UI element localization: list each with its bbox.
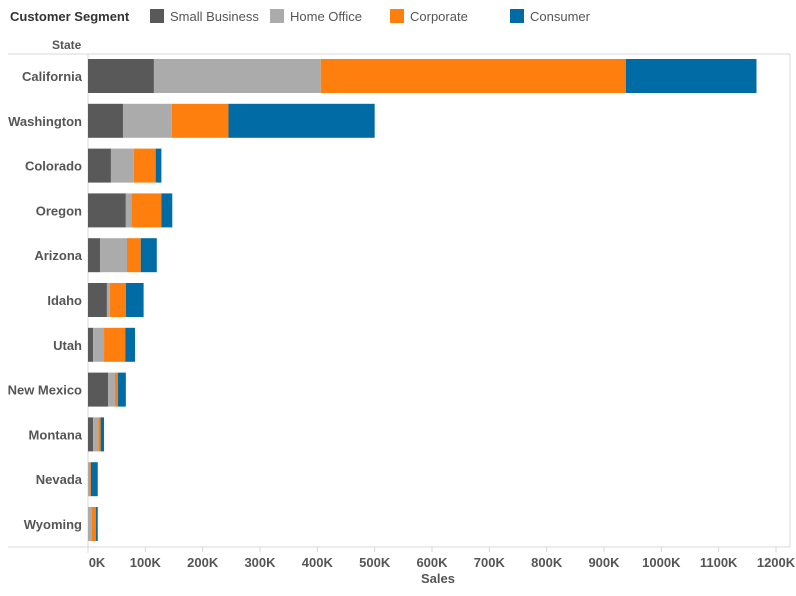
bar-row-colorado[interactable] — [88, 148, 162, 183]
bar-segment-corporate[interactable] — [109, 283, 126, 317]
bar-segment-small-business[interactable] — [88, 59, 154, 93]
bar-row-oregon[interactable] — [88, 193, 173, 228]
x-tick-label: 500K — [359, 555, 391, 570]
row-label: Washington — [8, 114, 82, 129]
x-tick-label: 1200K — [757, 555, 796, 570]
x-tick-label: 600K — [416, 555, 448, 570]
x-axis: 0K 100K 200K 300K 400K 500K 600K 700K 800K 900K 10… — [87, 547, 796, 570]
bar-segment-corporate[interactable] — [104, 327, 126, 362]
stacked-bar-chart: California Washington Colorado Oregon Arizon… — [8, 53, 796, 586]
x-tick-label: 200K — [187, 555, 219, 570]
bar-segment-corporate[interactable] — [126, 238, 141, 273]
bar-segment-consumer[interactable] — [90, 462, 98, 497]
bar-segment-consumer[interactable] — [100, 417, 105, 452]
x-tick-label: 1000K — [642, 555, 681, 570]
bar-segment-corporate[interactable] — [171, 103, 229, 138]
row-label: Colorado — [25, 159, 82, 174]
x-tick-label: 900K — [588, 555, 620, 570]
bar-row-montana[interactable] — [88, 417, 105, 452]
bar-segment-small-business[interactable] — [88, 372, 109, 407]
bar-segment-home-office[interactable] — [88, 507, 93, 541]
x-tick-label: 800K — [531, 555, 563, 570]
bar-segment-home-office[interactable] — [122, 103, 172, 138]
bar-segment-corporate[interactable] — [92, 507, 97, 541]
bar-segment-home-office[interactable] — [93, 327, 105, 362]
bar-row-washington[interactable] — [88, 103, 375, 138]
bar-segment-home-office[interactable] — [153, 59, 321, 93]
bar-segment-small-business[interactable] — [88, 327, 94, 362]
bar-segment-corporate[interactable] — [320, 59, 626, 93]
row-label: California — [22, 69, 83, 84]
x-axis-title: Sales — [421, 571, 455, 586]
bars — [88, 59, 757, 541]
row-label: Oregon — [36, 203, 82, 218]
bar-segment-consumer[interactable] — [625, 59, 757, 93]
bar-segment-consumer[interactable] — [161, 193, 173, 228]
row-labels: California Washington Colorado Oregon Arizon… — [8, 69, 83, 532]
bar-segment-consumer[interactable] — [96, 507, 98, 541]
x-tick-label: 0K — [89, 555, 106, 570]
bar-segment-small-business[interactable] — [88, 417, 94, 452]
bar-segment-consumer[interactable] — [140, 238, 157, 273]
bar-row-california[interactable] — [88, 59, 757, 93]
x-tick-label: 100K — [130, 555, 162, 570]
bar-segment-corporate[interactable] — [89, 462, 91, 497]
row-label: Nevada — [36, 472, 83, 487]
row-label: Montana — [29, 427, 83, 442]
bar-row-wyoming[interactable] — [88, 507, 98, 541]
bar-row-idaho[interactable] — [88, 283, 144, 317]
bar-segment-home-office[interactable] — [100, 238, 127, 273]
x-tick-label: 700K — [474, 555, 506, 570]
bar-segment-home-office[interactable] — [125, 193, 132, 228]
bar-segment-consumer[interactable] — [117, 372, 126, 407]
bar-segment-consumer[interactable] — [155, 148, 162, 183]
bar-segment-consumer[interactable] — [125, 327, 136, 362]
bar-segment-home-office[interactable] — [106, 283, 110, 317]
bar-segment-home-office[interactable] — [108, 372, 115, 407]
bar-segment-corporate[interactable] — [114, 372, 118, 407]
bar-segment-consumer[interactable] — [228, 103, 375, 138]
row-label: Wyoming — [24, 517, 82, 532]
bar-segment-corporate[interactable] — [131, 193, 162, 228]
bar-segment-small-business[interactable] — [88, 238, 101, 273]
bar-row-utah[interactable] — [88, 327, 136, 362]
bar-segment-corporate[interactable] — [133, 148, 156, 183]
bar-segment-home-office[interactable] — [88, 462, 90, 497]
bar-segment-small-business[interactable] — [88, 283, 107, 317]
x-tick-label: 400K — [302, 555, 334, 570]
bar-row-arizona[interactable] — [88, 238, 157, 273]
row-label: Utah — [53, 338, 82, 353]
bar-segment-consumer[interactable] — [125, 283, 144, 317]
x-tick-label: 300K — [244, 555, 276, 570]
bar-segment-small-business[interactable] — [88, 148, 111, 183]
bar-segment-corporate[interactable] — [98, 417, 101, 452]
bar-row-new-mexico[interactable] — [88, 372, 126, 407]
bar-segment-small-business[interactable] — [88, 193, 126, 228]
row-label: New Mexico — [8, 383, 82, 398]
bar-row-nevada[interactable] — [88, 462, 98, 497]
x-tick-label: 1100K — [700, 555, 738, 570]
bar-segment-small-business[interactable] — [88, 103, 123, 138]
bar-segment-home-office[interactable] — [110, 148, 134, 183]
row-label: Idaho — [47, 293, 82, 308]
bar-segment-home-office[interactable] — [93, 417, 99, 452]
row-label: Arizona — [34, 248, 82, 263]
